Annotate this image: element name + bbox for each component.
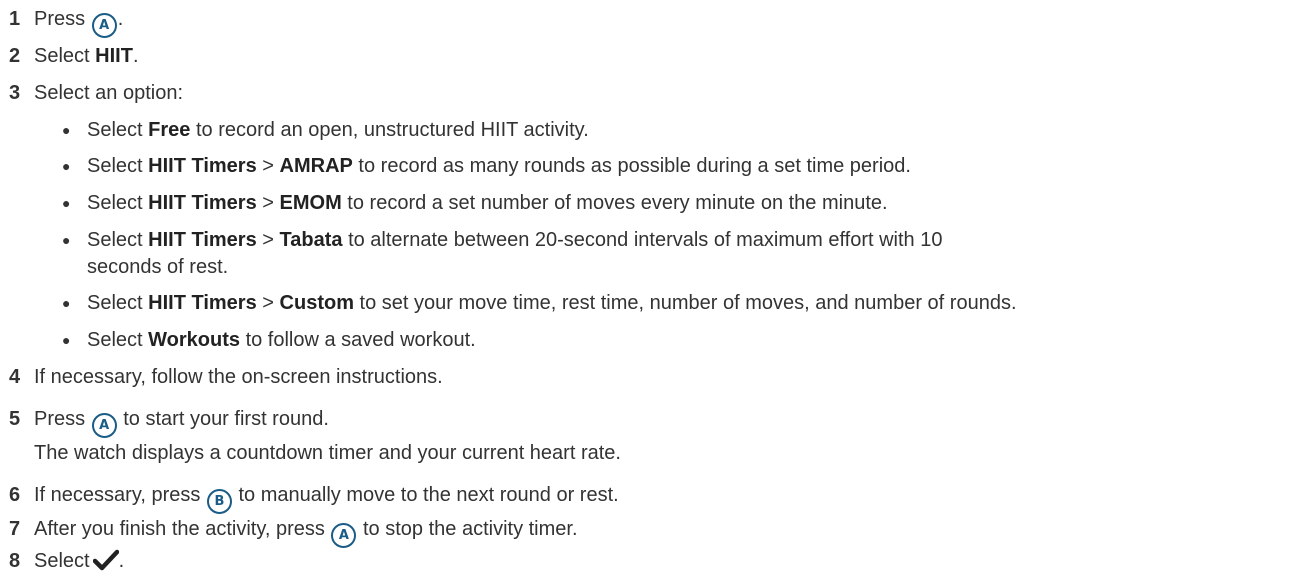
step-text-part: Press [34, 408, 86, 430]
option-text: Select Workouts to follow a saved workou… [87, 324, 476, 356]
checkmark-icon [92, 549, 119, 571]
option-text-part: Select [87, 229, 149, 251]
bullet-icon: ● [62, 122, 71, 138]
step-text: If necessary, follow the on-screen instr… [34, 366, 443, 388]
step-text-part: Select [34, 45, 96, 67]
menu-hiit-timers: HIIT Timers [148, 192, 257, 214]
step-text-part: Select [34, 550, 90, 572]
option-name: Custom [279, 292, 354, 314]
b-button-icon: B [206, 489, 232, 514]
option-text-part: Select [87, 119, 149, 141]
step-text: Select. [34, 545, 124, 577]
bullet-icon: ● [62, 195, 71, 211]
step-number: 1 [9, 8, 21, 30]
step-text-part: . [118, 550, 125, 572]
a-button-icon: A [91, 413, 117, 438]
option-text: Select HIIT Timers > AMRAP to record as … [87, 150, 911, 182]
step-text-part: to start your first round. [123, 408, 329, 430]
option-name: Workouts [148, 329, 241, 351]
option-text-part: Select [87, 292, 149, 314]
option-text-part: to follow a saved workout. [240, 329, 476, 351]
option-text-part: to record a set number of moves every mi… [341, 192, 888, 214]
step-number: 6 [9, 484, 21, 506]
separator: > [262, 155, 274, 177]
option-text-part: to record as many rounds as possible dur… [352, 155, 911, 177]
option-text: seconds of rest. [87, 256, 229, 278]
menu-hiit-timers: HIIT Timers [148, 229, 257, 251]
option-name: EMOM [279, 192, 342, 214]
step-number: 4 [9, 366, 21, 388]
option-text: Select HIIT Timers > EMOM to record a se… [87, 187, 888, 219]
step-text-part: . [117, 8, 124, 30]
menu-hiit-timers: HIIT Timers [148, 292, 257, 314]
step-number: 3 [9, 82, 21, 104]
step-number: 2 [9, 45, 21, 67]
step-number: 7 [9, 518, 21, 540]
step-text: Press A to start your first round. [34, 403, 329, 438]
step-number: 8 [9, 550, 21, 572]
step-number: 5 [9, 408, 21, 430]
step-text-part: . [132, 45, 139, 67]
step-text-part: After you finish the activity, press [34, 518, 325, 540]
a-button-icon: A [331, 523, 357, 548]
separator: > [262, 229, 274, 251]
step-text: After you finish the activity, press A t… [34, 513, 578, 548]
option-text-part: Select [87, 329, 149, 351]
step-text-part: Press [34, 8, 86, 30]
step-result-text: The watch displays a countdown timer and… [34, 442, 621, 464]
menu-item-hiit: HIIT [95, 45, 133, 67]
bullet-icon: ● [62, 232, 71, 248]
step-text: Select an option: [34, 82, 183, 104]
option-text-part: Select [87, 192, 149, 214]
option-text: Select HIIT Timers > Custom to set your … [87, 287, 1017, 319]
bullet-icon: ● [62, 158, 71, 174]
step-text: Press A. [34, 3, 123, 38]
option-text-part: to set your move time, rest time, number… [353, 292, 1017, 314]
step-text: Select HIIT. [34, 40, 139, 72]
menu-hiit-timers: HIIT Timers [148, 155, 257, 177]
bullet-icon: ● [62, 295, 71, 311]
option-text-part: to alternate between 20-second intervals… [342, 229, 943, 251]
step-text-part: to manually move to the next round or re… [238, 484, 619, 506]
a-button-icon: A [91, 13, 117, 38]
separator: > [262, 192, 274, 214]
option-text-part: to record an open, unstructured HIIT act… [190, 119, 589, 141]
option-name: Free [148, 119, 191, 141]
option-name: Tabata [279, 229, 343, 251]
step-text: If necessary, press B to manually move t… [34, 479, 619, 514]
separator: > [262, 292, 274, 314]
option-name: AMRAP [279, 155, 353, 177]
step-text-part: If necessary, press [34, 484, 201, 506]
step-text-part: to stop the activity timer. [362, 518, 578, 540]
bullet-icon: ● [62, 332, 71, 348]
option-text: Select Free to record an open, unstructu… [87, 114, 589, 146]
option-text-part: Select [87, 155, 149, 177]
